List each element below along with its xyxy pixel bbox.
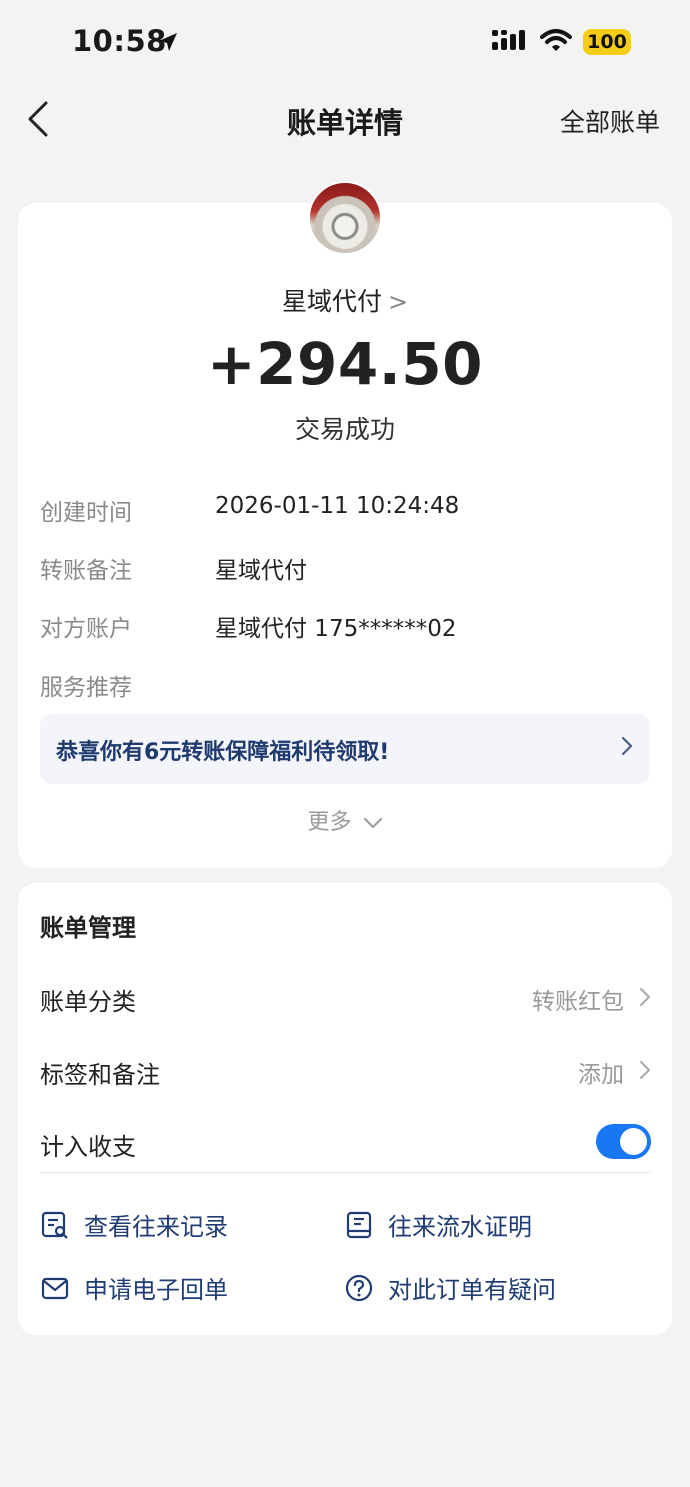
detail-label-created-time: 创建时间: [40, 500, 132, 526]
detail-label-service-recommend: 服务推荐: [40, 675, 132, 701]
wifi-icon: [540, 29, 572, 51]
detail-label-transfer-note: 转账备注: [40, 558, 132, 584]
chevron-right-icon: [640, 988, 650, 1006]
transaction-status: 交易成功: [294, 415, 395, 444]
detail-value-transfer-note: 星域代付: [215, 558, 307, 584]
include-in-accounts-label: 计入收支: [40, 1133, 136, 1161]
statement-proof-icon: [346, 1211, 372, 1238]
statement-proof-link[interactable]: 往来流水证明: [344, 1207, 532, 1242]
divider: [40, 1172, 651, 1173]
tags-notes-label: 标签和备注: [40, 1061, 160, 1089]
order-question-link[interactable]: 对此订单有疑问: [344, 1270, 556, 1305]
order-question-label: 对此订单有疑问: [388, 1276, 556, 1304]
chevron-down-icon: [363, 818, 382, 828]
all-bills-link[interactable]: 全部账单: [560, 103, 660, 139]
e-receipt-label: 申请电子回单: [84, 1276, 228, 1304]
bill-category-value[interactable]: 转账红包: [532, 982, 624, 1016]
include-in-accounts-toggle[interactable]: [596, 1124, 651, 1159]
chevron-right-icon: >: [387, 288, 409, 316]
detail-label-counterparty: 对方账户: [40, 616, 132, 642]
mail-icon: [41, 1277, 69, 1299]
merchant-avatar[interactable]: [308, 181, 382, 255]
section-title: 账单管理: [40, 914, 136, 942]
detail-value-counterparty: 星域代付 175******02: [215, 616, 457, 642]
toggle-knob: [620, 1128, 647, 1155]
chevron-right-icon: [621, 736, 633, 756]
status-time: 10:58: [72, 24, 167, 58]
statement-proof-label: 往来流水证明: [388, 1213, 532, 1241]
merchant-name-link[interactable]: 星域代付 >: [0, 282, 690, 318]
bill-category-label: 账单分类: [40, 988, 136, 1016]
battery-indicator: 100: [583, 29, 631, 55]
bill-management-card: [18, 883, 672, 1335]
detail-value-created-time: 2026-01-11 10:24:48: [215, 493, 460, 519]
more-toggle[interactable]: 更多: [0, 804, 690, 836]
signal-icon: [492, 30, 525, 50]
e-receipt-link[interactable]: 申请电子回单: [40, 1270, 228, 1305]
merchant-name: 星域代付: [281, 287, 382, 316]
location-arrow-icon: [159, 33, 177, 51]
chevron-right-icon: [640, 1061, 650, 1079]
transaction-amount: +294.50: [207, 330, 483, 398]
promo-text: 恭喜你有6元转账保障福利待领取!: [56, 740, 390, 765]
tags-notes-add[interactable]: 添加: [578, 1055, 624, 1089]
view-records-label: 查看往来记录: [84, 1213, 228, 1241]
view-records-link[interactable]: 查看往来记录: [40, 1207, 228, 1242]
question-circle-icon: [345, 1274, 373, 1301]
more-label: 更多: [307, 810, 352, 835]
record-search-icon: [41, 1211, 68, 1239]
